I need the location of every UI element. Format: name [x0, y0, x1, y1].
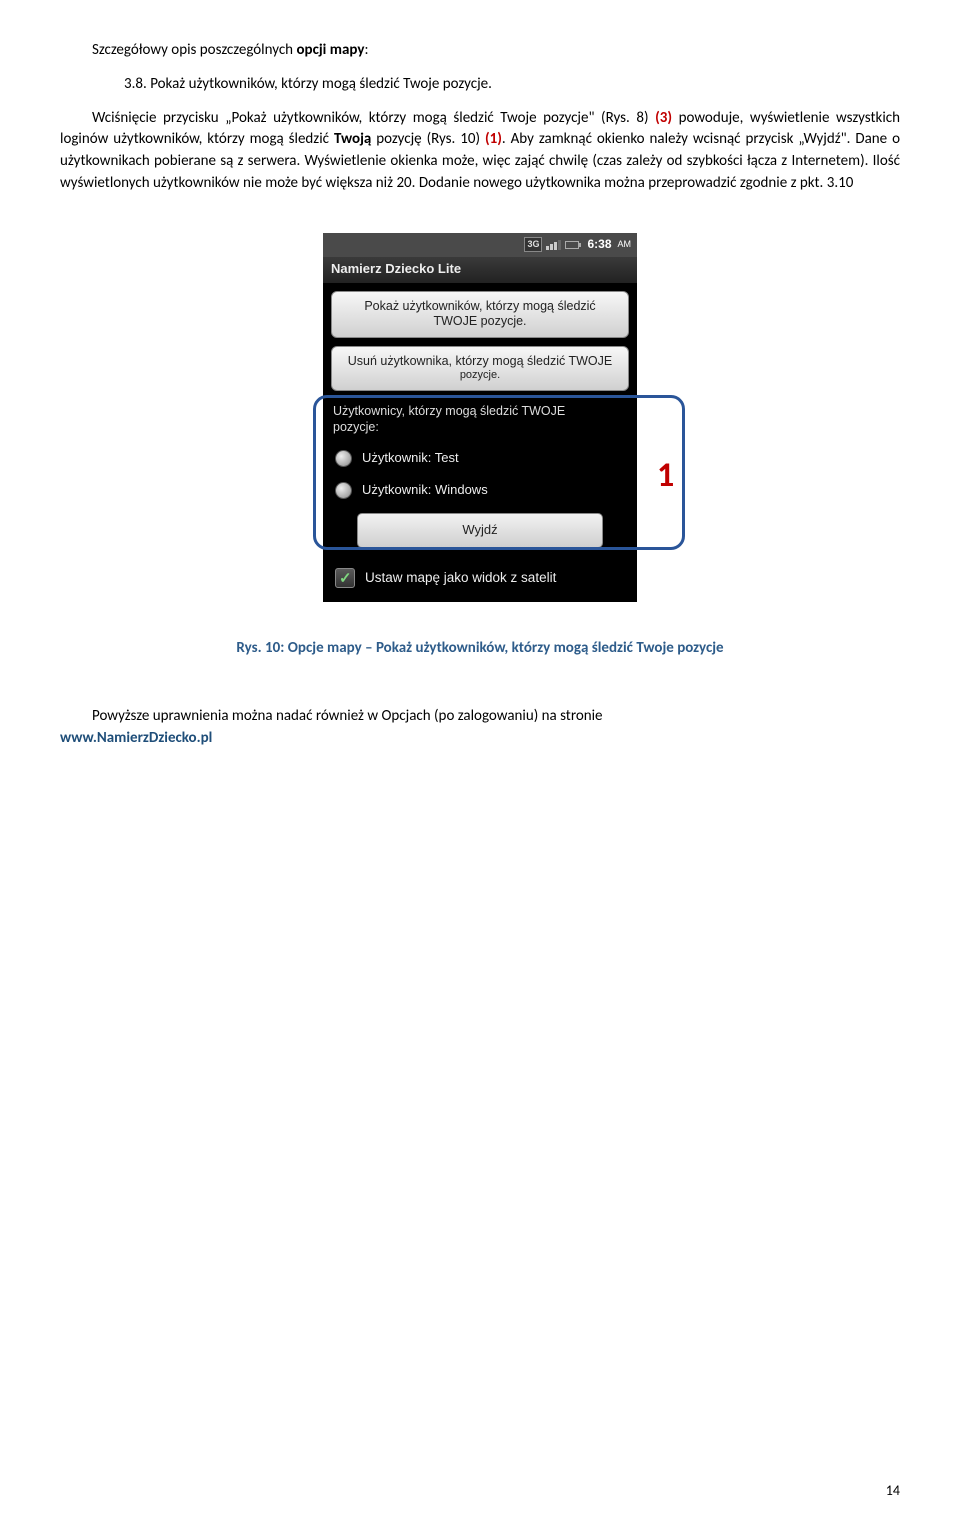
paragraph-footer: Powyższe uprawnienia można nadać również… — [60, 706, 900, 750]
heading-bold: opcji mapy — [296, 41, 364, 59]
show-users-button[interactable]: Pokaż użytkowników, którzy mogą śledzić … — [331, 291, 629, 338]
remove-user-button[interactable]: Usuń użytkownika, którzy mogą śledzić TW… — [331, 346, 629, 391]
figure-caption: Rys. 10: Opcje mapy – Pokaż użytkowników… — [60, 638, 900, 660]
para1-red1: (3) — [655, 109, 672, 127]
satellite-row[interactable]: Ustaw mapę jako widok z satelit — [331, 558, 629, 592]
satellite-label: Ustaw mapę jako widok z satelit — [365, 568, 556, 588]
show-users-line1: Pokaż użytkowników, którzy mogą śledzić — [340, 299, 620, 315]
remove-user-line1: Usuń użytkownika, którzy mogą śledzić TW… — [340, 354, 620, 370]
android-status-bar: 3G 6:38 AM — [323, 233, 637, 257]
show-users-line2: TWOJE pozycje. — [340, 314, 620, 330]
app-title-bar: Namierz Dziecko Lite — [323, 257, 637, 283]
status-ampm: AM — [618, 238, 632, 251]
para2-a: Powyższe uprawnienia można nadać również… — [92, 707, 603, 725]
heading-prefix: Szczegółowy opis poszczególnych — [92, 41, 296, 59]
page-number: 14 — [886, 1481, 900, 1501]
para1-a: Wciśnięcie przycisku „Pokaż użytkowników… — [92, 109, 655, 127]
callout-number: 1 — [657, 451, 674, 500]
para1-red2: (1) — [485, 130, 502, 148]
remove-user-line2: pozycje. — [340, 369, 620, 383]
callout-box — [313, 395, 685, 550]
checkbox-icon — [335, 568, 355, 588]
status-time: 6:38 — [587, 236, 611, 253]
section-title: Pokaż użytkowników, którzy mogą śledzić … — [150, 75, 492, 93]
network-3g-icon: 3G — [524, 237, 542, 252]
screenshot-wrapper: 3G 6:38 AM Namierz Dziecko Lite Pokaż uż… — [323, 233, 637, 603]
heading-suffix: : — [364, 41, 368, 59]
para1-bold1: Twoją — [334, 130, 371, 148]
app-title-text: Namierz Dziecko Lite — [331, 260, 461, 279]
signal-bars-icon — [546, 240, 561, 250]
para2-link: www.NamierzDziecko.pl — [60, 729, 212, 747]
screenshot-area: 3G 6:38 AM Namierz Dziecko Lite Pokaż uż… — [60, 233, 900, 603]
section-number: 3.8. — [92, 74, 147, 96]
battery-icon — [565, 241, 579, 249]
para1-c: pozycję (Rys. 10) — [371, 130, 485, 148]
paragraph-main: Wciśnięcie przycisku „Pokaż użytkowników… — [60, 108, 900, 195]
heading-line: Szczegółowy opis poszczególnych opcji ma… — [60, 40, 900, 62]
section-heading: 3.8. Pokaż użytkowników, którzy mogą śle… — [60, 74, 900, 96]
